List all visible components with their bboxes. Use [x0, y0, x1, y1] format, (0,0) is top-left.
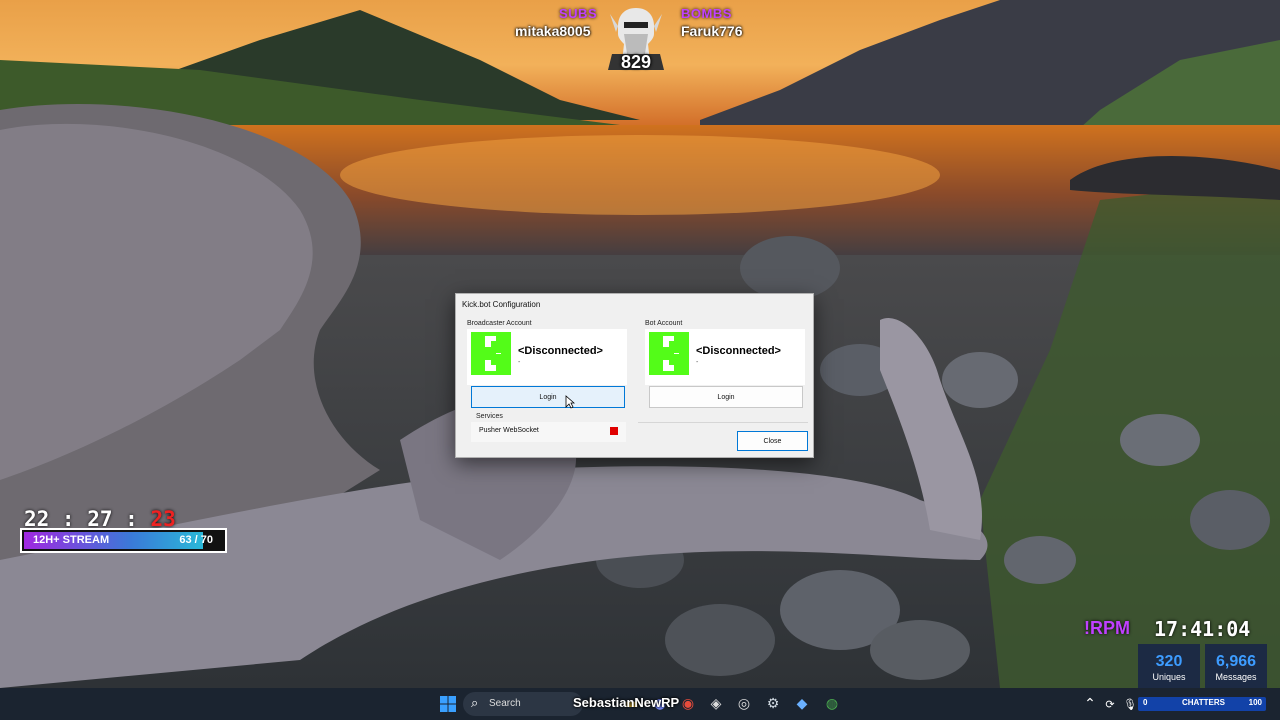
- bot-account-panel: <Disconnected> -: [645, 329, 805, 385]
- broadcaster-account-group: Broadcaster Account <Disconnected> - Log…: [467, 318, 632, 410]
- dialog-title: Kick.bot Configuration: [462, 300, 541, 309]
- chrome-icon[interactable]: ◍: [822, 694, 842, 714]
- chatters-label: CHATTERS: [1182, 698, 1225, 707]
- services-panel: Pusher WebSocket: [471, 422, 626, 442]
- taskbar-search-box[interactable]: ⌕ Search: [463, 692, 583, 716]
- network-icon[interactable]: ⟳: [1100, 694, 1120, 714]
- mouse-cursor-icon: [565, 395, 575, 409]
- service-name: Pusher WebSocket: [479, 427, 539, 434]
- broadcaster-sub: -: [518, 359, 521, 366]
- service-status-indicator: [610, 427, 618, 435]
- broadcaster-account-label: Broadcaster Account: [467, 320, 532, 327]
- kickbot-config-dialog: Kick.bot Configuration Broadcaster Accou…: [455, 293, 814, 458]
- subs-label: SUBS: [559, 6, 598, 21]
- bot-account-group: Bot Account <Disconnected> - Login: [645, 318, 810, 410]
- streamer-name: SebastianNewRP: [573, 695, 680, 710]
- rpm-command: !RPM: [1084, 618, 1130, 638]
- search-placeholder: Search: [489, 698, 521, 709]
- kick-logo-icon: [471, 332, 511, 375]
- uniques-stat: 320 Uniques: [1138, 644, 1200, 688]
- stream-goal-label: 12H+ STREAM: [33, 534, 110, 546]
- messages-value: 6,966: [1215, 653, 1257, 670]
- bot-login-button[interactable]: Login: [649, 386, 803, 408]
- uniques-label: Uniques: [1152, 672, 1186, 682]
- subs-name: mitaka8005: [515, 23, 591, 39]
- bomb-counter: 829: [620, 52, 652, 72]
- app-icon[interactable]: ◈: [706, 694, 726, 714]
- microphone-icon[interactable]: 🎙: [1120, 694, 1140, 714]
- chatters-bar: 0 CHATTERS 100: [1138, 697, 1266, 711]
- messages-label: Messages: [1215, 672, 1257, 682]
- uniques-value: 320: [1155, 653, 1183, 670]
- local-clock: 17:41:04: [1154, 617, 1251, 641]
- close-button[interactable]: Close: [737, 431, 808, 451]
- kick-logo-icon: [649, 332, 689, 375]
- bot-account-label: Bot Account: [645, 320, 683, 327]
- browser-icon[interactable]: ◉: [678, 694, 698, 714]
- stream-goal-bar: 12H+ STREAM 63 / 70: [20, 528, 227, 553]
- services-label: Services: [476, 413, 503, 420]
- kickbot-app-icon[interactable]: ◆: [792, 694, 812, 714]
- windows-start-icon[interactable]: [438, 694, 458, 714]
- bot-sub: -: [696, 359, 699, 366]
- bombs-name: Faruk776: [681, 23, 743, 39]
- messages-stat: 6,966 Messages: [1205, 644, 1267, 688]
- chatters-max: 100: [1248, 698, 1262, 707]
- stream-goal-count: 63 / 70: [179, 534, 213, 546]
- chevron-up-icon[interactable]: ⌃: [1080, 694, 1100, 714]
- obs-icon[interactable]: ◎: [734, 694, 754, 714]
- dialog-divider: [638, 422, 808, 423]
- broadcaster-login-button[interactable]: Login: [471, 386, 625, 408]
- broadcaster-account-panel: <Disconnected> -: [467, 329, 627, 385]
- windows-logo-icon: [440, 696, 456, 712]
- steam-icon[interactable]: ⚙: [763, 694, 783, 714]
- broadcaster-status: <Disconnected>: [518, 345, 603, 357]
- bombs-label: BOMBS: [681, 6, 732, 21]
- chatters-min: 0: [1143, 698, 1148, 707]
- search-icon: ⌕: [471, 696, 479, 711]
- bot-status: <Disconnected>: [696, 345, 781, 357]
